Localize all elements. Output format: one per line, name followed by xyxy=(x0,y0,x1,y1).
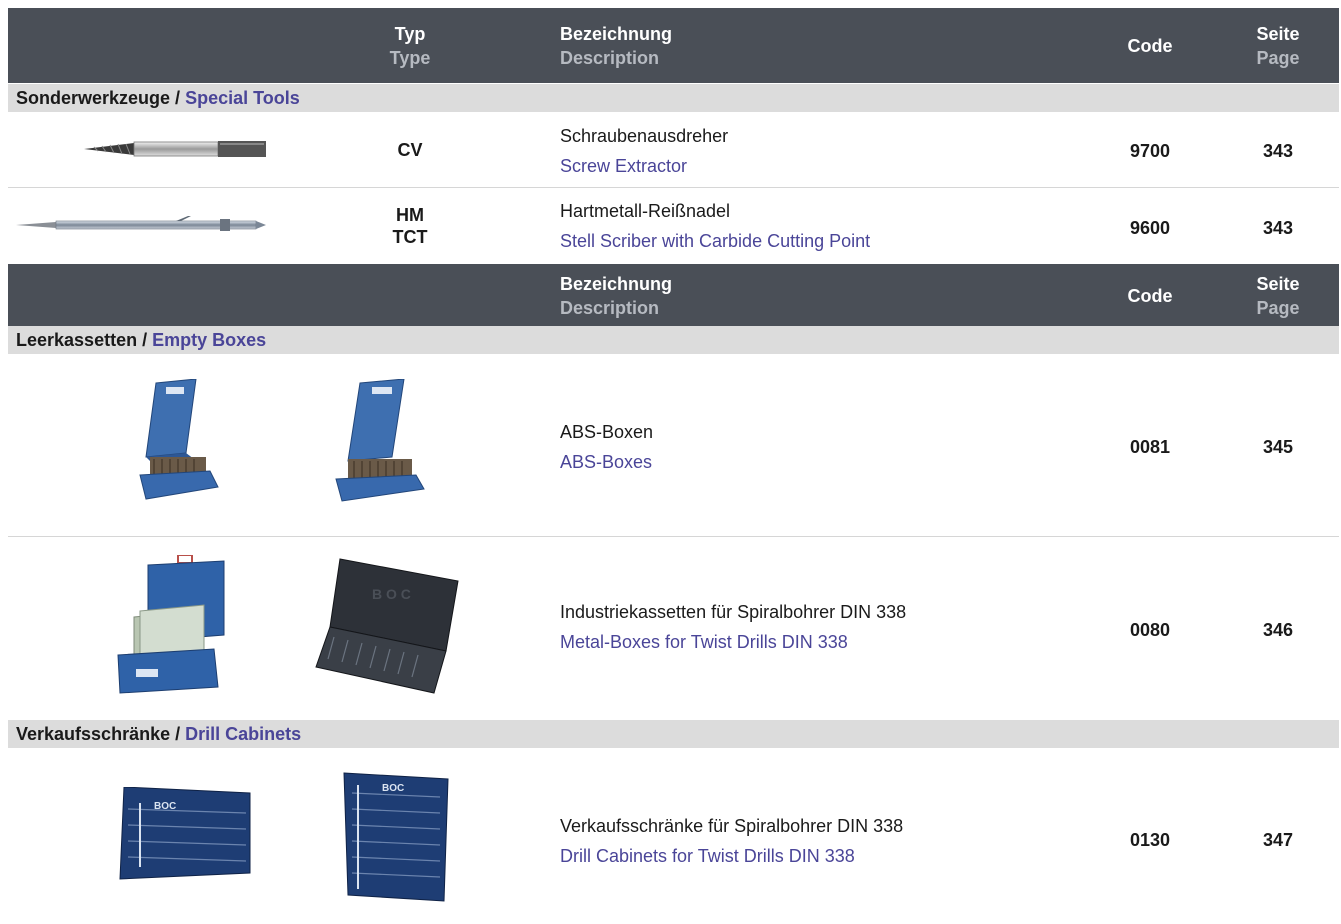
header2-code: Code xyxy=(1127,286,1173,306)
section-empty-boxes: Leerkassetten / Empty Boxes xyxy=(8,326,1339,354)
code-cell: 0081 xyxy=(1129,437,1171,457)
page-cell: 343 xyxy=(1262,141,1294,161)
header2-desc-de: Bezeichnung xyxy=(560,274,673,294)
metal-box-image xyxy=(117,555,225,694)
description-cell: ABS-Boxen ABS-Boxes xyxy=(560,417,653,477)
svg-text:BOC: BOC xyxy=(154,801,176,812)
header-desc-en: Description xyxy=(560,48,660,68)
description-de: Verkaufsschränke für Spiralbohrer DIN 33… xyxy=(560,816,904,836)
code-cell: 0130 xyxy=(1129,830,1171,850)
drill-cabinet-image: BOC xyxy=(343,772,449,902)
type-line2: TCT xyxy=(392,227,428,247)
type-cell: HM TCT xyxy=(378,204,442,248)
header-page-de: Seite xyxy=(1256,24,1300,44)
code-cell: 9700 xyxy=(1129,141,1171,161)
description-en: Screw Extractor xyxy=(560,156,688,176)
description-de: ABS-Boxen xyxy=(560,422,654,442)
svg-text:BOC: BOC xyxy=(382,783,404,794)
metal-box-image: B O C xyxy=(315,558,459,694)
description-en: Stell Scriber with Carbide Cutting Point xyxy=(560,231,871,251)
table-row-scriber: HM TCT Hartmetall-Reißnadel Stell Scribe… xyxy=(8,188,1339,262)
page-cell: 345 xyxy=(1262,437,1294,457)
page-cell: 347 xyxy=(1262,830,1294,850)
table-header-secondary: Bezeichnung Description Code Seite Page xyxy=(8,264,1339,326)
section-cabinets-de: Verkaufsschränke / xyxy=(16,724,181,744)
header-desc-de: Bezeichnung xyxy=(560,24,673,44)
page-cell: 343 xyxy=(1262,218,1294,238)
table-row-metal-boxes: B O C Industriekassetten für Spiralbohre… xyxy=(8,537,1339,719)
table-row-drill-cabinets: BOC BOC Verkaufsschränke für Spiralbohre… xyxy=(8,749,1339,919)
header-type-de: Typ xyxy=(394,24,426,44)
section-drill-cabinets: Verkaufsschränke / Drill Cabinets xyxy=(8,720,1339,748)
code-cell: 0080 xyxy=(1129,620,1171,640)
type-line1: HM xyxy=(396,205,424,225)
abs-box-image xyxy=(335,379,425,502)
svg-text:B O C: B O C xyxy=(372,586,411,602)
header-code: Code xyxy=(1127,36,1173,56)
header2-desc-en: Description xyxy=(560,298,660,318)
table-row-abs-boxes: ABS-Boxen ABS-Boxes 0081 345 xyxy=(8,355,1339,535)
header2-page-en: Page xyxy=(1256,298,1300,318)
description-cell: Industriekassetten für Spiralbohrer DIN … xyxy=(560,597,906,657)
header2-page-de: Seite xyxy=(1256,274,1300,294)
description-en: ABS-Boxes xyxy=(560,452,653,472)
description-de: Industriekassetten für Spiralbohrer DIN … xyxy=(560,602,907,622)
drill-cabinet-image: BOC xyxy=(119,787,251,880)
section-boxes-en: Empty Boxes xyxy=(152,330,267,350)
abs-box-image xyxy=(139,379,219,500)
table-header-main: Typ Type Bezeichnung Description Code Se… xyxy=(8,8,1339,83)
screw-extractor-image xyxy=(84,141,266,157)
description-de: Schraubenausdreher xyxy=(560,126,729,146)
description-cell: Verkaufsschränke für Spiralbohrer DIN 33… xyxy=(560,811,903,871)
page-cell: 346 xyxy=(1262,620,1294,640)
section-boxes-de: Leerkassetten / xyxy=(16,330,148,350)
description-cell: Hartmetall-Reißnadel Stell Scriber with … xyxy=(560,196,870,256)
description-en: Metal-Boxes for Twist Drills DIN 338 xyxy=(560,632,848,652)
code-cell: 9600 xyxy=(1129,218,1171,238)
section-special-de: Sonderwerkzeuge / xyxy=(16,88,181,108)
section-special-tools: Sonderwerkzeuge / Special Tools xyxy=(8,84,1339,112)
table-row-screw-extractor: CV Schraubenausdreher Screw Extractor 97… xyxy=(8,113,1339,187)
description-en: Drill Cabinets for Twist Drills DIN 338 xyxy=(560,846,855,866)
section-special-en: Special Tools xyxy=(185,88,300,108)
header-page-en: Page xyxy=(1256,48,1300,68)
description-de: Hartmetall-Reißnadel xyxy=(560,201,731,221)
section-cabinets-en: Drill Cabinets xyxy=(185,724,302,744)
header-type-en: Type xyxy=(389,48,431,68)
type-cell: CV xyxy=(397,140,423,160)
description-cell: Schraubenausdreher Screw Extractor xyxy=(560,121,728,181)
scriber-image xyxy=(16,216,266,231)
